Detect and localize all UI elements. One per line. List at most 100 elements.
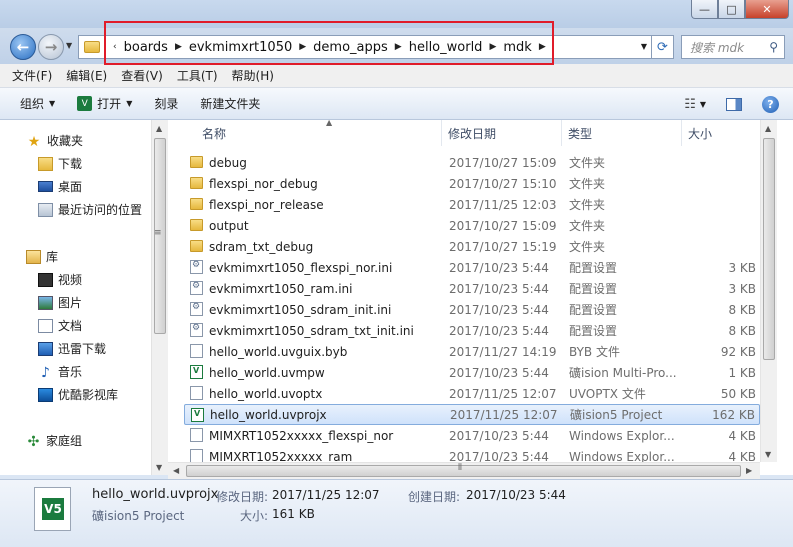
- table-row[interactable]: hello_world.uvguix.byb 2017/11/27 14:19 BY…: [184, 341, 760, 362]
- sidebar-item-label: 库: [46, 250, 59, 264]
- sidebar-item-desktop[interactable]: 桌面: [38, 178, 82, 195]
- file-type: BYB 文件: [569, 345, 620, 359]
- navigation-scrollbar[interactable]: ▲ ≡ ▼: [151, 120, 168, 475]
- refresh-icon: ⟳: [657, 39, 668, 55]
- details-created-value: 2017/10/23 5:44: [466, 488, 566, 502]
- file-name: evkmimxrt1050_ram.ini: [209, 281, 353, 296]
- table-row[interactable]: evkmimxrt1050_sdram_txt_init.ini 2017/10/…: [184, 320, 760, 341]
- file-list-horizontal-scrollbar[interactable]: ◀ ⦀ ▶: [168, 462, 760, 479]
- column-header-type[interactable]: 类型: [562, 120, 682, 146]
- folder-icon: [84, 41, 100, 53]
- file-list-vertical-scrollbar[interactable]: ▲ ▼: [760, 120, 777, 462]
- scroll-down-icon[interactable]: ▼: [765, 450, 771, 459]
- table-row[interactable]: debug 2017/10/27 15:09 文件夹: [184, 152, 760, 173]
- table-row[interactable]: hello_world.uvprojx 2017/11/25 12:07 礦isio…: [184, 404, 760, 425]
- file-date: 2017/10/27 15:19: [449, 239, 557, 254]
- thunder-download-icon: [38, 341, 53, 356]
- maximize-button[interactable]: □: [718, 0, 745, 19]
- file-size: 3 KB: [728, 260, 756, 275]
- file-type: 文件夹: [569, 177, 606, 191]
- address-dropdown-icon[interactable]: ▼: [641, 42, 647, 51]
- file-name: sdram_txt_debug: [209, 239, 314, 254]
- video-library-icon: [38, 272, 53, 287]
- menu-edit[interactable]: 编辑(E): [66, 67, 107, 84]
- recent-pages-dropdown-icon[interactable]: ▼: [66, 41, 72, 50]
- sidebar-item-videos[interactable]: 视频: [38, 271, 82, 288]
- column-header-label: 修改日期: [448, 126, 497, 141]
- file-list: 名称 ▲ 修改日期 类型 大小 debug 2017/10/27 15:09 文件夹…: [168, 118, 793, 475]
- preview-pane-icon[interactable]: [726, 97, 742, 111]
- sidebar-item-youku[interactable]: 优酷影视库: [38, 386, 118, 403]
- sidebar-libraries[interactable]: 库: [26, 248, 58, 265]
- help-icon[interactable]: ?: [762, 95, 779, 113]
- back-button[interactable]: ←: [10, 34, 36, 60]
- menu-tools[interactable]: 工具(T): [177, 67, 218, 84]
- scroll-left-icon[interactable]: ◀: [173, 466, 179, 475]
- scroll-up-icon[interactable]: ▲: [156, 124, 162, 133]
- table-row[interactable]: hello_world.uvmpw 2017/10/23 5:44 礦ision M…: [184, 362, 760, 383]
- column-header-size[interactable]: 大小: [682, 120, 762, 146]
- table-row[interactable]: evkmimxrt1050_flexspi_nor.ini 2017/10/23 …: [184, 257, 760, 278]
- file-size: 8 KB: [728, 302, 756, 317]
- menu-view[interactable]: 查看(V): [121, 67, 163, 84]
- sidebar-favorites[interactable]: ★ 收藏夹: [26, 132, 84, 150]
- search-input[interactable]: 搜索 mdk ⚲: [681, 35, 785, 59]
- burn-button[interactable]: 刻录: [154, 95, 178, 112]
- sidebar-item-downloads[interactable]: 下载: [38, 155, 82, 172]
- file-icon: [190, 428, 203, 442]
- table-row[interactable]: flexspi_nor_release 2017/11/25 12:03 文件夹: [184, 194, 760, 215]
- table-row[interactable]: MIMXRT1052xxxxx_flexspi_nor 2017/10/23 5:…: [184, 425, 760, 446]
- column-header-name[interactable]: 名称 ▲: [184, 118, 442, 146]
- open-button[interactable]: V 打开 ▼: [77, 95, 132, 112]
- refresh-button[interactable]: ⟳: [652, 35, 674, 59]
- sidebar-item-label: 收藏夹: [47, 134, 84, 148]
- table-row[interactable]: evkmimxrt1050_ram.ini 2017/10/23 5:44 配置设置…: [184, 278, 760, 299]
- documents-library-icon: [38, 318, 53, 333]
- organize-button[interactable]: 组织 ▼: [20, 95, 55, 112]
- file-size: 92 KB: [720, 344, 756, 359]
- menu-help[interactable]: 帮助(H): [232, 67, 274, 84]
- search-icon[interactable]: ⚲: [769, 40, 778, 54]
- details-modified-value: 2017/11/25 12:07: [272, 488, 380, 502]
- column-header-date[interactable]: 修改日期: [442, 120, 562, 146]
- file-name: MIMXRT1052xxxxx_flexspi_nor: [209, 428, 394, 443]
- file-date: 2017/10/27 15:09: [449, 218, 557, 233]
- details-pane: V5 hello_world.uvprojx 修改日期: 2017/11/25 …: [0, 479, 793, 547]
- minimize-button[interactable]: —: [691, 0, 718, 19]
- sidebar-item-thunder[interactable]: 迅雷下载: [38, 340, 106, 357]
- sidebar-homegroup[interactable]: ✣ 家庭组: [26, 432, 82, 450]
- config-file-icon: [190, 323, 203, 337]
- sidebar-item-pictures[interactable]: 图片: [38, 294, 82, 311]
- scroll-thumb[interactable]: [186, 465, 741, 477]
- new-folder-button[interactable]: 新建文件夹: [200, 95, 260, 112]
- view-options-icon[interactable]: ☷: [684, 97, 696, 112]
- folder-icon: [190, 156, 203, 168]
- table-row[interactable]: hello_world.uvoptx 2017/11/25 12:07 UVOPTX…: [184, 383, 760, 404]
- scroll-down-icon[interactable]: ▼: [156, 463, 162, 472]
- view-dropdown-icon[interactable]: ▼: [700, 100, 706, 109]
- chevron-down-icon: ▼: [126, 99, 133, 108]
- menu-file[interactable]: 文件(F): [12, 67, 52, 84]
- file-size: 50 KB: [720, 386, 756, 401]
- sidebar-item-music[interactable]: ♪ 音乐: [38, 363, 82, 381]
- sidebar-item-recent[interactable]: 最近访问的位置: [38, 201, 142, 218]
- column-header-label: 名称: [202, 126, 227, 141]
- table-row[interactable]: flexspi_nor_debug 2017/10/27 15:10 文件夹: [184, 173, 760, 194]
- close-button[interactable]: ✕: [745, 0, 789, 19]
- file-type: UVOPTX 文件: [569, 387, 646, 401]
- organize-label: 组织: [20, 97, 45, 111]
- folder-icon: [190, 240, 203, 252]
- menu-bar: 文件(F) 编辑(E) 查看(V) 工具(T) 帮助(H): [0, 64, 793, 88]
- scroll-thumb[interactable]: [763, 138, 775, 360]
- forward-button[interactable]: →: [38, 34, 64, 60]
- table-row[interactable]: evkmimxrt1050_sdram_init.ini 2017/10/23 5…: [184, 299, 760, 320]
- table-row[interactable]: output 2017/10/27 15:09 文件夹: [184, 215, 760, 236]
- table-row[interactable]: sdram_txt_debug 2017/10/27 15:19 文件夹: [184, 236, 760, 257]
- file-size: 162 KB: [712, 407, 755, 422]
- scroll-up-icon[interactable]: ▲: [765, 124, 771, 133]
- folder-icon: [190, 177, 203, 189]
- file-type: 配置设置: [569, 303, 618, 317]
- file-date: 2017/10/27 15:09: [449, 155, 557, 170]
- sidebar-item-documents[interactable]: 文档: [38, 317, 82, 334]
- scroll-right-icon[interactable]: ▶: [746, 466, 752, 475]
